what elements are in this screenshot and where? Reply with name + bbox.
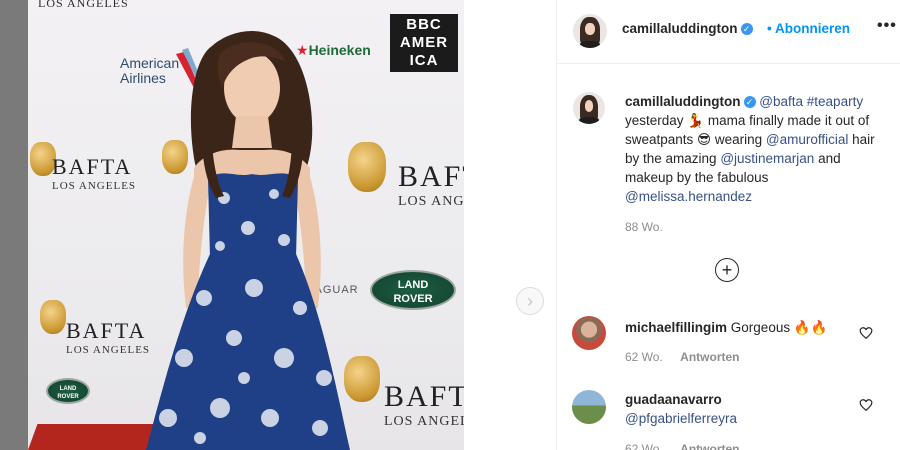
mention-bafta[interactable]: @bafta bbox=[759, 94, 803, 109]
more-options-icon[interactable]: ••• bbox=[877, 17, 897, 35]
land-rover-line: ROVER bbox=[393, 293, 433, 305]
verified-badge-icon: ✓ bbox=[740, 23, 753, 36]
post-caption: camillaluddington ✓ @bafta #teaparty yest… bbox=[625, 92, 887, 206]
comment-item: guadaanavarro @pfgabrielferreyra 62 Wo. … bbox=[557, 390, 900, 450]
post-header: camillaluddington ✓ • Abonnieren ••• bbox=[557, 0, 900, 64]
follow-button[interactable]: • Abonnieren bbox=[767, 21, 850, 36]
next-image-button[interactable]: › bbox=[516, 287, 544, 315]
caption-text: wearing bbox=[711, 132, 766, 147]
comment-body: michaelfillingim Gorgeous 🔥🔥 bbox=[625, 318, 865, 337]
left-margin-strip bbox=[0, 0, 28, 450]
bafta-sub: LOS ANGELES bbox=[384, 414, 464, 429]
bafta-word: BAFTA bbox=[398, 160, 464, 193]
hashtag-teaparty[interactable]: #teaparty bbox=[807, 94, 863, 109]
like-heart-icon[interactable] bbox=[859, 326, 873, 340]
land-rover-line: LAND bbox=[397, 279, 429, 291]
bafta-sub: LOS ANGELES bbox=[398, 194, 464, 209]
caption-avatar[interactable] bbox=[573, 92, 605, 124]
person-figure bbox=[146, 31, 350, 450]
comment-body: guadaanavarro @pfgabrielferreyra bbox=[625, 390, 865, 428]
bbc-line: ICA bbox=[409, 52, 439, 69]
mention-amurofficial[interactable]: @amurofficial bbox=[766, 132, 848, 147]
avatar-body bbox=[579, 40, 601, 48]
land-rover-logo: LAND ROVER bbox=[370, 270, 456, 310]
author-username[interactable]: camillaluddington bbox=[622, 21, 738, 36]
bbc-line: AMER bbox=[399, 34, 449, 51]
reply-button[interactable]: Antworten bbox=[680, 442, 739, 450]
comment-meta: 62 Wo. Antworten bbox=[625, 350, 753, 364]
sunglasses-emoji: 😎 bbox=[697, 132, 712, 147]
post-side-panel: camillaluddington ✓ • Abonnieren ••• cami… bbox=[556, 0, 900, 450]
avatar-body bbox=[579, 116, 599, 124]
land-rover-logo-small: LAND ROVER bbox=[46, 378, 90, 404]
caption-username[interactable]: camillaluddington bbox=[625, 94, 741, 109]
comment-meta: 62 Wo. Antworten bbox=[625, 442, 753, 450]
mention-justinemarjan[interactable]: @justinemarjan bbox=[720, 151, 814, 166]
author-avatar[interactable] bbox=[573, 14, 607, 48]
reply-button[interactable]: Antworten bbox=[680, 350, 739, 364]
mention-melissa-hernandez[interactable]: @melissa.hernandez bbox=[625, 189, 752, 204]
bafta-word: BAFTA bbox=[384, 380, 464, 413]
comment-mention[interactable]: @pfgabrielferreyra bbox=[625, 409, 865, 428]
bafta-mask-logo bbox=[40, 300, 66, 334]
post-photo[interactable]: LOS ANGELES BAFTA LOS ANGELES BAFTA LOS … bbox=[28, 0, 464, 450]
caption-text: yesterday bbox=[625, 113, 688, 128]
avatar-face bbox=[585, 22, 595, 36]
comment-text: Gorgeous 🔥🔥 bbox=[730, 320, 828, 335]
author-username-row: camillaluddington ✓ bbox=[622, 21, 753, 36]
bbc-line: BBC bbox=[406, 16, 442, 33]
backdrop-text-top: LOS ANGELES bbox=[38, 0, 129, 10]
comment-timestamp[interactable]: 62 Wo. bbox=[625, 350, 663, 364]
bbc-america-logo: BBC AMER ICA bbox=[390, 14, 458, 72]
comment-item: michaelfillingim Gorgeous 🔥🔥 62 Wo. Antw… bbox=[557, 316, 900, 372]
commenter-username[interactable]: guadaanavarro bbox=[625, 390, 865, 409]
land-rover-line: ROVER bbox=[57, 394, 79, 400]
commenter-avatar[interactable] bbox=[572, 390, 606, 424]
bafta-logo: BAFTA LOS ANGELES bbox=[398, 160, 464, 210]
commenter-avatar[interactable] bbox=[572, 316, 606, 350]
caption-timestamp[interactable]: 88 Wo. bbox=[625, 220, 663, 234]
bafta-logo: BAFTA LOS ANGELES bbox=[384, 380, 464, 430]
land-rover-line: LAND bbox=[59, 386, 77, 392]
like-heart-icon[interactable] bbox=[859, 398, 873, 412]
verified-badge-icon: ✓ bbox=[743, 96, 756, 109]
commenter-username[interactable]: michaelfillingim bbox=[625, 320, 727, 335]
comment-timestamp[interactable]: 62 Wo. bbox=[625, 442, 663, 450]
dancer-emoji: 💃 bbox=[687, 113, 705, 128]
follow-label: Abonnieren bbox=[774, 21, 850, 36]
chevron-right-icon: › bbox=[527, 290, 533, 311]
load-more-comments-icon[interactable]: + bbox=[715, 258, 739, 282]
